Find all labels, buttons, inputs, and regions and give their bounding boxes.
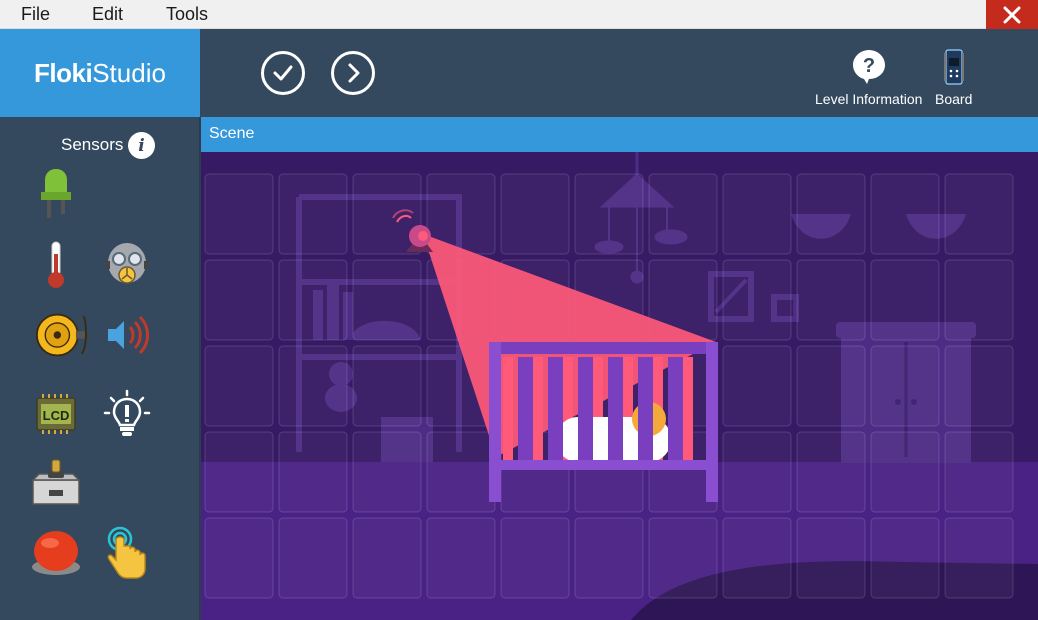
- chevron-right-icon: [348, 63, 360, 83]
- sensor-button[interactable]: [29, 526, 83, 580]
- sensor-touch[interactable]: [100, 526, 154, 580]
- sensor-speaker[interactable]: [100, 308, 154, 362]
- verify-button[interactable]: [261, 51, 305, 95]
- sensors-panel: Sensors i LCD: [0, 117, 200, 620]
- scene-grid-cell[interactable]: [204, 431, 274, 513]
- sensor-lcd[interactable]: LCD: [29, 387, 83, 441]
- scene-grid-cell[interactable]: [944, 345, 1014, 427]
- scene-title: Scene: [209, 125, 255, 142]
- scene-canvas[interactable]: [201, 152, 1038, 620]
- speaker-icon: [108, 315, 149, 355]
- sensor-joystick[interactable]: [29, 457, 83, 511]
- scene-grid-cell[interactable]: [944, 259, 1014, 341]
- scene-grid-cell[interactable]: [648, 517, 718, 599]
- run-button[interactable]: [331, 51, 375, 95]
- scene-grid-cell[interactable]: [722, 173, 792, 255]
- nursery-scene: [201, 152, 1038, 620]
- scene-grid-cell[interactable]: [574, 517, 644, 599]
- logo-bold-text: Floki: [34, 57, 93, 88]
- menu-edit[interactable]: Edit: [92, 4, 123, 25]
- alarm-bell-icon: [35, 313, 87, 357]
- scene-grid-cell[interactable]: [500, 517, 570, 599]
- scene-grid-cell[interactable]: [204, 259, 274, 341]
- svg-text:?: ?: [863, 55, 875, 77]
- scene-grid-cell[interactable]: [426, 517, 496, 599]
- scene-grid-cell[interactable]: [796, 173, 866, 255]
- scene-grid-cell[interactable]: [870, 431, 940, 513]
- scene-grid-cell[interactable]: [870, 259, 940, 341]
- scene-grid-cell[interactable]: [352, 431, 422, 513]
- sensor-alarm[interactable]: [35, 308, 89, 362]
- sensor-gas[interactable]: [100, 238, 154, 292]
- scene-grid-cell[interactable]: [278, 431, 348, 513]
- scene-grid-cell[interactable]: [500, 173, 570, 255]
- menu-file[interactable]: File: [21, 4, 50, 25]
- logo-light-text: Studio: [92, 57, 166, 88]
- menu-bar: File Edit Tools: [0, 0, 1038, 29]
- sensors-title: Sensors: [61, 135, 124, 154]
- checkmark-icon: [273, 65, 293, 81]
- lcd-icon: LCD: [36, 394, 76, 434]
- close-button[interactable]: [986, 0, 1038, 29]
- sensor-led[interactable]: [29, 167, 83, 221]
- scene-grid-cell[interactable]: [796, 345, 866, 427]
- board-icon: [943, 49, 964, 85]
- scene-grid-cell[interactable]: [204, 173, 274, 255]
- scene-grid-cell[interactable]: [204, 345, 274, 427]
- scene-header: Scene: [201, 117, 1038, 152]
- scene-grid-cell[interactable]: [278, 517, 348, 599]
- scene-grid-cell[interactable]: [352, 517, 422, 599]
- menu-tools[interactable]: Tools: [166, 4, 208, 25]
- touch-sensor-icon: [107, 526, 146, 579]
- gas-mask-icon: [106, 243, 148, 284]
- scene-grid-cell[interactable]: [278, 173, 348, 255]
- joystick-icon: [31, 459, 81, 505]
- scene-grid-cell[interactable]: [278, 259, 348, 341]
- scene-grid-cell[interactable]: [944, 517, 1014, 599]
- level-information-label: Level Information: [815, 91, 923, 107]
- scene-grid-cell[interactable]: [278, 345, 348, 427]
- scene-grid-cell[interactable]: [944, 431, 1014, 513]
- scene-grid-cell[interactable]: [648, 173, 718, 255]
- scene-grid-cell[interactable]: [352, 345, 422, 427]
- scene-grid-cell[interactable]: [796, 259, 866, 341]
- scene-grid-cell[interactable]: [796, 517, 866, 599]
- scene-grid-cell[interactable]: [796, 431, 866, 513]
- scene-grid-cell[interactable]: [870, 517, 940, 599]
- sensor-thermometer[interactable]: [29, 238, 83, 292]
- scene-grid-cell[interactable]: [574, 173, 644, 255]
- board-label: Board: [935, 91, 973, 107]
- scene-grid-cell[interactable]: [870, 345, 940, 427]
- board-button[interactable]: Board: [935, 49, 972, 107]
- help-bubble-icon: ?: [852, 50, 885, 84]
- scene-grid-cell[interactable]: [722, 259, 792, 341]
- scene-grid-cell[interactable]: [870, 173, 940, 255]
- thermometer-icon: [48, 241, 64, 288]
- scene-grid-cell[interactable]: [944, 173, 1014, 255]
- close-icon: [1003, 6, 1021, 23]
- header: Floki Studio ? Level Information Board: [0, 29, 1038, 117]
- scene-grid-cell[interactable]: [722, 517, 792, 599]
- push-button-icon: [32, 531, 80, 575]
- info-icon[interactable]: i: [128, 132, 155, 159]
- sensor-light[interactable]: [100, 387, 154, 441]
- level-information-button[interactable]: ? Level Information: [815, 49, 922, 107]
- app-logo: Floki Studio: [0, 29, 200, 117]
- scene-grid-cell[interactable]: [204, 517, 274, 599]
- scene-grid-cell[interactable]: [722, 345, 792, 427]
- scene-grid-cell[interactable]: [352, 259, 422, 341]
- scene-grid-cell[interactable]: [722, 431, 792, 513]
- lcd-label: LCD: [43, 408, 70, 423]
- scene-grid-cell[interactable]: [426, 431, 496, 513]
- led-icon: [41, 169, 71, 218]
- light-bulb-icon: [103, 389, 151, 436]
